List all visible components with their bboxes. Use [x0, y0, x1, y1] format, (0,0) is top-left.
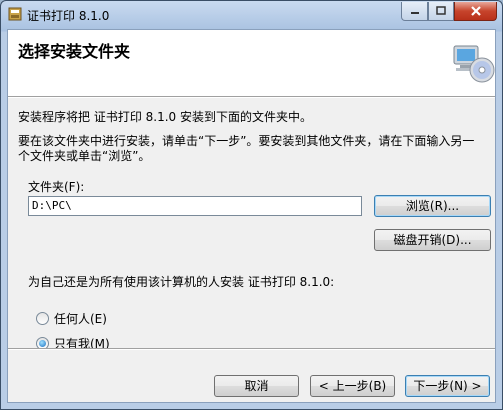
computer-disc-icon [453, 45, 495, 83]
install-for-question: 为自己还是为所有使用该计算机的人安装 证书打印 8.1.0: [28, 275, 335, 289]
intro-text: 安装程序将把 证书打印 8.1.0 安装到下面的文件夹中。 [18, 110, 312, 124]
installer-window: 证书打印 8.1.0 选择安装文件夹 安装程序将把 证书打印 8.1.0 安装到… [0, 0, 503, 410]
radio-everyone-label: 任何人(E) [54, 312, 107, 326]
browse-button[interactable]: 浏览(R)... [374, 195, 491, 217]
footer-divider-highlight [8, 349, 495, 350]
header-divider [8, 97, 495, 98]
dialog-content: 选择安装文件夹 安装程序将把 证书打印 8.1.0 安装到下面的文件夹中。 要在… [7, 29, 496, 403]
cancel-button[interactable]: 取消 [214, 375, 299, 397]
page-title: 选择安装文件夹 [18, 42, 131, 61]
folder-path-input[interactable]: D:\PC\ [28, 196, 362, 216]
installer-app-icon [8, 7, 22, 21]
window-title: 证书打印 8.1.0 [27, 9, 110, 23]
title-bar[interactable]: 证书打印 8.1.0 [1, 1, 502, 29]
maximize-button[interactable] [428, 2, 454, 21]
header-banner: 选择安装文件夹 [8, 30, 495, 97]
disk-cost-button[interactable]: 磁盘开销(D)... [374, 229, 491, 251]
maximize-icon [436, 6, 446, 15]
close-icon [470, 6, 481, 16]
back-button[interactable]: < 上一步(B) [310, 375, 395, 397]
radio-everyone[interactable]: 任何人(E) [36, 310, 107, 327]
radio-everyone-circle[interactable] [36, 312, 49, 325]
minimize-button[interactable] [401, 2, 428, 21]
folder-label: 文件夹(F): [28, 180, 85, 194]
minimize-icon [410, 12, 419, 14]
instructions-line1: 要在该文件夹中进行安装，请单击“下一步”。要安装到其他文件夹，请在下面输入另一 [18, 134, 475, 148]
instructions-line2: 个文件夹或单击“浏览”。 [18, 149, 151, 163]
close-button[interactable] [454, 2, 497, 21]
next-button[interactable]: 下一步(N) > [405, 375, 490, 397]
